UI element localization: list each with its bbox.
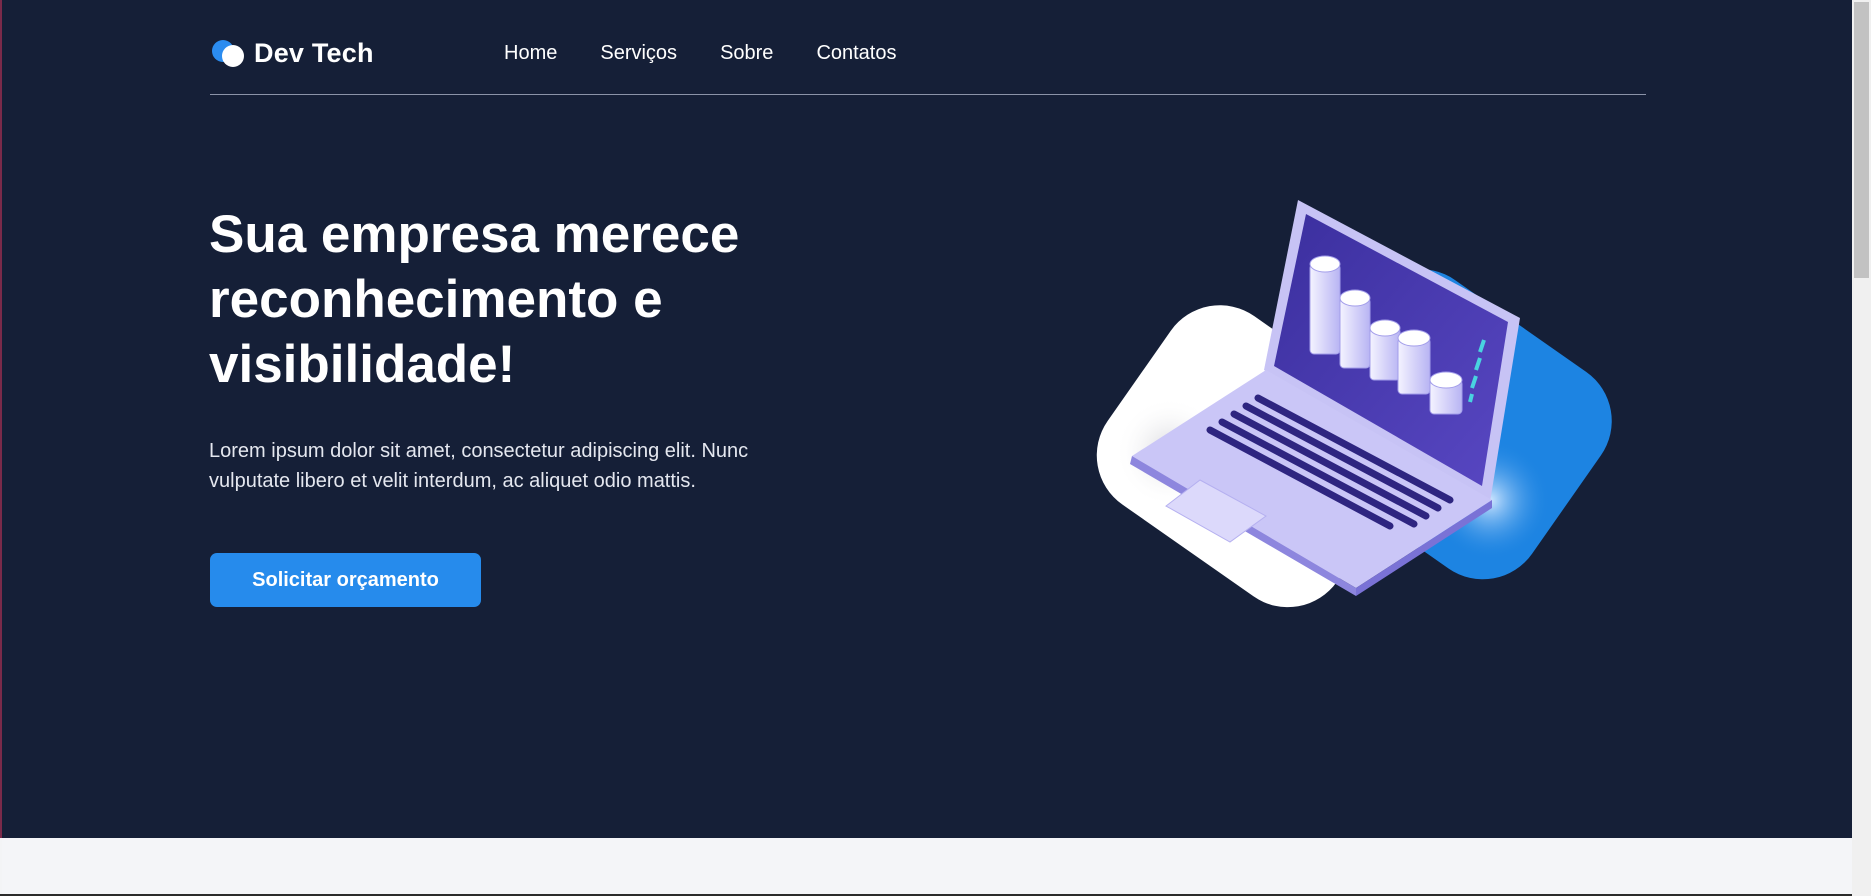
brand-name: Dev Tech [254,37,374,68]
nav-item-contatos[interactable]: Contatos [816,42,896,65]
hero-headline: Sua empresa merece reconhecimento e visi… [209,205,740,394]
scrollbar-thumb[interactable] [1854,2,1869,278]
header-divider [210,94,1646,95]
two-circles-logo-icon [210,36,246,70]
request-quote-button[interactable]: Solicitar orçamento [210,553,481,607]
nav-item-sobre[interactable]: Sobre [720,42,773,65]
page-scrollbar[interactable] [1852,0,1871,896]
nav-item-home[interactable]: Home [504,42,557,65]
brand-logo[interactable]: Dev Tech [210,36,374,70]
next-section [2,838,1852,896]
main-nav: Home Serviços Sobre Contatos [504,42,940,65]
hero-lead-text: Lorem ipsum dolor sit amet, consectetur … [209,440,749,492]
nav-item-servicos[interactable]: Serviços [600,42,677,65]
laptop-analytics-illustration [1096,200,1612,608]
